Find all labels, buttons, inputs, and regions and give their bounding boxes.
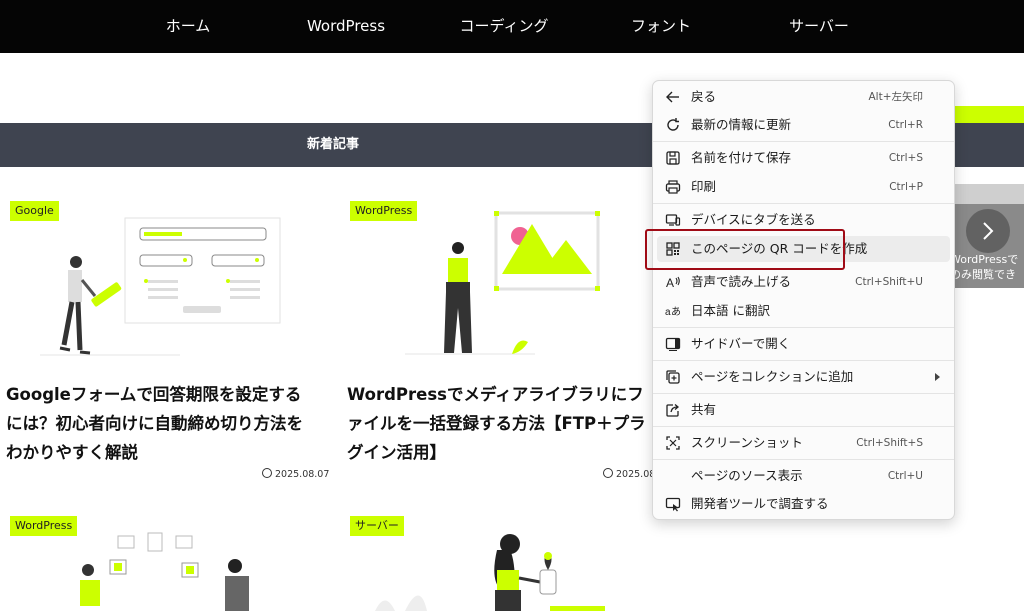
menu-item-back[interactable]: 戻る Alt+左矢印	[657, 84, 950, 110]
menu-item-add-to-collection[interactable]: ページをコレクションに追加	[657, 364, 950, 390]
card-illustration[interactable]	[400, 208, 610, 358]
devtools-icon	[665, 497, 681, 512]
nav-server[interactable]: サーバー	[789, 0, 849, 53]
svg-text:あ: あ	[671, 306, 681, 318]
menu-separator	[653, 203, 954, 204]
menu-item-translate[interactable]: aあ 日本語 に翻訳	[657, 298, 950, 324]
menu-item-read-aloud[interactable]: A 音声で読み上げる Ctrl+Shift+U	[657, 269, 950, 295]
menu-separator	[653, 141, 954, 142]
back-arrow-icon	[666, 91, 679, 103]
menu-separator	[653, 459, 954, 460]
refresh-icon	[667, 118, 679, 131]
card-illustration[interactable]	[70, 530, 270, 611]
menu-item-share[interactable]: 共有	[657, 397, 950, 423]
sidebar-icon	[665, 337, 681, 351]
menu-item-view-source[interactable]: ページのソース表示 Ctrl+U	[657, 463, 950, 489]
card-title[interactable]: WordPressでメディアライブラリにファイルを一括登録する方法【FTP＋プラ…	[347, 380, 657, 467]
menu-item-refresh[interactable]: 最新の情報に更新 Ctrl+R	[657, 112, 950, 138]
menu-separator	[653, 360, 954, 361]
menu-item-inspect[interactable]: 開発者ツールで調査する	[657, 491, 950, 517]
print-icon	[665, 180, 681, 194]
nav-wordpress[interactable]: WordPress	[307, 0, 385, 53]
share-icon	[666, 404, 680, 417]
nav-coding[interactable]: コーディング	[460, 0, 549, 53]
menu-separator	[653, 426, 954, 427]
save-icon	[666, 151, 680, 165]
card-illustration[interactable]	[40, 210, 290, 360]
menu-item-screenshot[interactable]: スクリーンショット Ctrl+Shift+S	[657, 430, 950, 456]
send-to-device-icon	[665, 214, 681, 226]
clock-icon	[603, 468, 613, 478]
read-aloud-icon: A	[666, 276, 680, 290]
partial-card-strip	[955, 184, 1024, 204]
card-tag[interactable]: WordPress	[10, 516, 78, 536]
card-date: 2025.08.07	[262, 468, 329, 480]
submenu-arrow-icon	[935, 373, 940, 381]
screenshot-icon	[666, 436, 680, 450]
nav-home[interactable]: ホーム	[166, 0, 211, 53]
menu-separator	[653, 327, 954, 328]
card-title[interactable]: Googleフォームで回答期限を設定するには？初心者向けに自動締め切り方法をわか…	[6, 380, 316, 467]
nav-font[interactable]: フォント	[631, 0, 691, 53]
translate-icon: aあ	[665, 306, 681, 318]
carousel-next-button[interactable]	[966, 209, 1010, 253]
context-menu: 戻る Alt+左矢印 最新の情報に更新 Ctrl+R 名前を付けて保存 Ctrl+S …	[652, 80, 955, 520]
partial-card-text: WordPressで のみ閲覧でき	[950, 253, 1019, 281]
highlight-box	[645, 229, 845, 270]
clock-icon	[262, 468, 272, 478]
card-illustration[interactable]	[365, 530, 605, 611]
chevron-right-icon	[983, 222, 994, 240]
top-nav: ホーム WordPress コーディング フォント サーバー	[0, 0, 1024, 53]
menu-item-open-sidebar[interactable]: サイドバーで開く	[657, 331, 950, 357]
section-title: 新着記事	[306, 137, 360, 152]
menu-item-print[interactable]: 印刷 Ctrl+P	[657, 174, 950, 200]
menu-item-save-as[interactable]: 名前を付けて保存 Ctrl+S	[657, 145, 950, 171]
collections-icon	[666, 370, 680, 384]
svg-text:A: A	[666, 276, 674, 290]
menu-separator	[653, 393, 954, 394]
